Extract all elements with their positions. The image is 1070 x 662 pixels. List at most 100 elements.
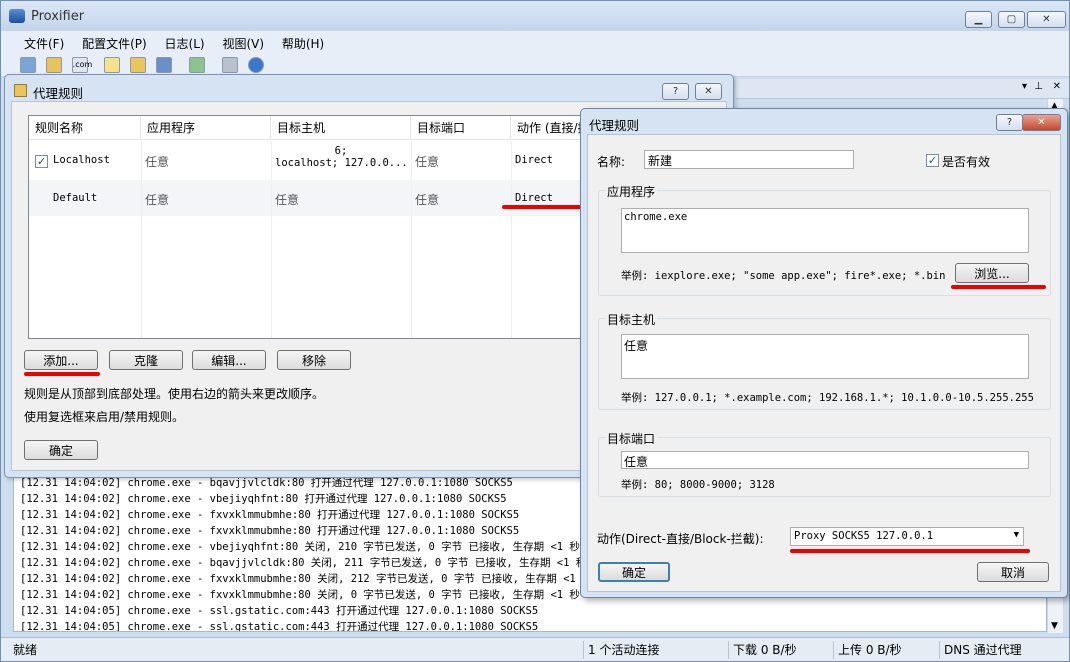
cancel-button[interactable]: 取消	[977, 562, 1049, 582]
col-rule-name[interactable]: 规则名称	[29, 116, 141, 140]
enabled-label: 是否有效	[942, 155, 991, 169]
open-profile-icon[interactable]	[130, 57, 147, 73]
group-label: 应用程序	[605, 183, 658, 200]
column-divider	[141, 141, 142, 338]
col-target-host[interactable]: 目标主机	[271, 116, 411, 140]
rule-enabled-checkbox[interactable]: ✓	[35, 155, 48, 168]
status-download: 下载 0 B/秒	[728, 641, 832, 659]
maximize-button[interactable]: ▢	[998, 11, 1025, 28]
chevron-down-icon[interactable]: ▼	[1014, 530, 1019, 540]
application-value: chrome.exe	[624, 211, 688, 223]
application-example: 举例: iexplore.exe; "some app.exe"; fire*.…	[621, 270, 946, 282]
status-upload: 上传 0 B/秒	[833, 641, 937, 659]
menu-log[interactable]: 日志(L)	[158, 31, 212, 52]
minimize-button[interactable]: ▁	[965, 11, 992, 28]
annotation-underline	[502, 205, 590, 209]
status-dns: DNS 通过代理	[939, 641, 1067, 659]
hint-checkbox: 使用复选框来启用/禁用规则。	[24, 410, 185, 424]
rule-app: 任意	[145, 193, 170, 207]
enabled-checkbox[interactable]: ✓	[926, 154, 939, 167]
status-connections: 1 个活动连接	[583, 641, 726, 659]
column-divider	[511, 141, 512, 338]
target-host-value: 任意	[624, 339, 649, 353]
advanced-icon[interactable]	[188, 57, 205, 73]
help-icon[interactable]	[247, 57, 264, 73]
col-target-port[interactable]: 目标端口	[411, 116, 511, 140]
annotation-underline	[24, 372, 100, 376]
name-resolution-icon[interactable]: .com	[71, 57, 92, 73]
rule-edit-dialog: 代理规则 ? ✕ 名称: 新建 ✓ 是否有效 应用程序 chrome.exe 举…	[580, 108, 1068, 598]
rule-app: 任意	[145, 155, 170, 169]
app-icon	[9, 9, 25, 23]
action-value: Proxy SOCKS5 127.0.0.1	[794, 530, 934, 542]
rule-host: 6; localhost; 127.0.0...	[275, 145, 408, 169]
ok-button[interactable]: 确定	[24, 440, 98, 460]
dialog-close-button[interactable]: ✕	[695, 83, 722, 100]
rule-port: 任意	[415, 155, 440, 169]
dialog-title: 代理规则	[589, 118, 640, 133]
panel-header: ▾ ⊥ ✕	[736, 79, 1069, 99]
panel-pin-icon[interactable]: ⊥	[1034, 81, 1043, 92]
col-application[interactable]: 应用程序	[141, 116, 271, 140]
log-line: [12.31 14:04:05] chrome.exe - ssl.gstati…	[20, 605, 539, 617]
status-ready: 就绪	[13, 643, 38, 657]
log-line: [12.31 14:04:05] chrome.exe - ssl.gstati…	[20, 621, 539, 632]
target-host-example: 举例: 127.0.0.1; *.example.com; 192.168.1.…	[621, 392, 1034, 404]
help-button[interactable]: ?	[662, 83, 689, 100]
rule-name: Localhost	[53, 154, 110, 166]
panel-dropdown-icon[interactable]: ▾	[1022, 81, 1027, 92]
group-label: 目标端口	[605, 430, 658, 447]
add-rule-button[interactable]: 添加...	[24, 350, 98, 370]
menu-view[interactable]: 视图(V)	[215, 31, 271, 52]
hint-order: 规则是从顶部到底部处理。使用右边的箭头来更改顺序。	[24, 387, 325, 401]
rule-action: Direct	[515, 192, 553, 204]
edit-rule-button[interactable]: 编辑...	[192, 350, 266, 370]
proxy-servers-icon[interactable]	[20, 57, 36, 73]
group-label: 目标主机	[605, 311, 658, 328]
panel-close-icon[interactable]: ✕	[1053, 81, 1061, 92]
name-value: 新建	[648, 154, 673, 168]
clone-rule-button[interactable]: 克隆	[109, 350, 183, 370]
save-profile-icon[interactable]	[156, 57, 173, 73]
status-bar: 就绪 1 个活动连接 下载 0 B/秒 上传 0 B/秒 DNS 通过代理	[1, 637, 1069, 661]
column-divider	[411, 141, 412, 338]
new-profile-icon[interactable]	[104, 57, 121, 73]
scroll-down-icon[interactable]: ▼	[1051, 621, 1058, 631]
menu-profile[interactable]: 配置文件(P)	[75, 31, 154, 52]
application-input[interactable]: chrome.exe	[621, 208, 1029, 253]
target-port-input[interactable]: 任意	[621, 451, 1029, 469]
rule-name: Default	[53, 192, 98, 204]
rule-action: Direct	[515, 154, 553, 166]
name-label: 名称:	[597, 155, 626, 169]
application-group: 应用程序 chrome.exe 举例: iexplore.exe; "some …	[598, 183, 1051, 296]
remove-rule-button[interactable]: 移除	[277, 350, 351, 370]
help-button[interactable]: ?	[996, 114, 1023, 131]
browse-button[interactable]: 浏览...	[955, 263, 1029, 283]
app-title: Proxifier	[31, 9, 85, 24]
rule-host: 任意	[275, 193, 300, 207]
dialog-body: 名称: 新建 ✓ 是否有效 应用程序 chrome.exe 举例: iexplo…	[587, 134, 1061, 592]
menu-bar: 文件(F) 配置文件(P) 日志(L) 视图(V) 帮助(H)	[1, 31, 1069, 53]
title-bar: Proxifier ▁ ▢ ✕	[1, 1, 1069, 31]
rule-port: 任意	[415, 193, 440, 207]
action-label: 动作(Direct-直接/Block-拦截):	[597, 532, 764, 546]
menu-help[interactable]: 帮助(H)	[275, 31, 331, 52]
ok-button[interactable]: 确定	[598, 562, 670, 582]
annotation-underline	[951, 285, 1046, 289]
rules-icon[interactable]	[45, 57, 62, 73]
target-host-input[interactable]: 任意	[621, 334, 1029, 379]
action-select[interactable]: Proxy SOCKS5 127.0.0.1 ▼	[790, 527, 1024, 546]
dialog-title: 代理规则	[33, 86, 84, 101]
dialog-close-button[interactable]: ✕	[1022, 114, 1061, 131]
dialog-icon	[14, 84, 27, 97]
menu-file[interactable]: 文件(F)	[17, 31, 71, 52]
annotation-underline	[790, 549, 1030, 553]
target-port-value: 任意	[624, 455, 649, 469]
target-port-example: 举例: 80; 8000-9000; 3128	[621, 479, 775, 491]
name-input[interactable]: 新建	[644, 150, 854, 169]
close-button[interactable]: ✕	[1027, 11, 1066, 28]
print-icon[interactable]	[221, 57, 238, 73]
column-divider	[271, 141, 272, 338]
target-port-group: 目标端口 任意 举例: 80; 8000-9000; 3128	[598, 430, 1051, 497]
target-host-group: 目标主机 任意 举例: 127.0.0.1; *.example.com; 19…	[598, 311, 1051, 410]
